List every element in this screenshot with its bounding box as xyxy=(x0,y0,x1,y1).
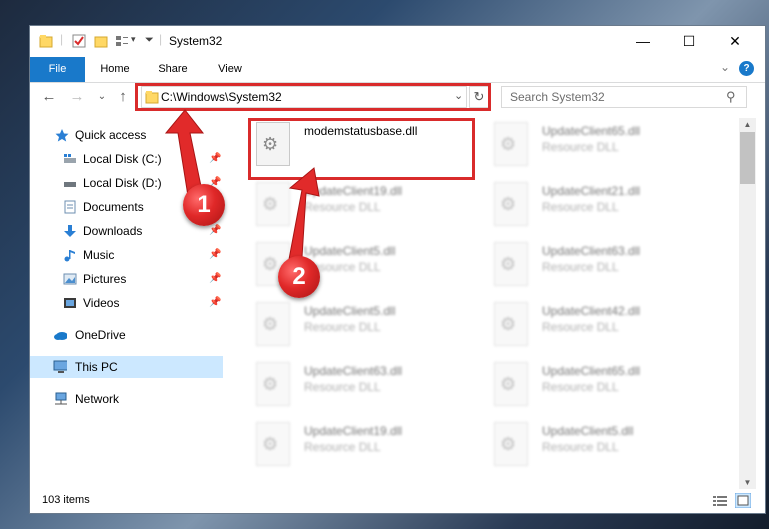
step-2-badge: 2 xyxy=(278,256,320,298)
arrow-step-1 xyxy=(164,109,205,197)
step-1-badge: 1 xyxy=(183,184,225,226)
annotation-arrows xyxy=(164,109,320,274)
